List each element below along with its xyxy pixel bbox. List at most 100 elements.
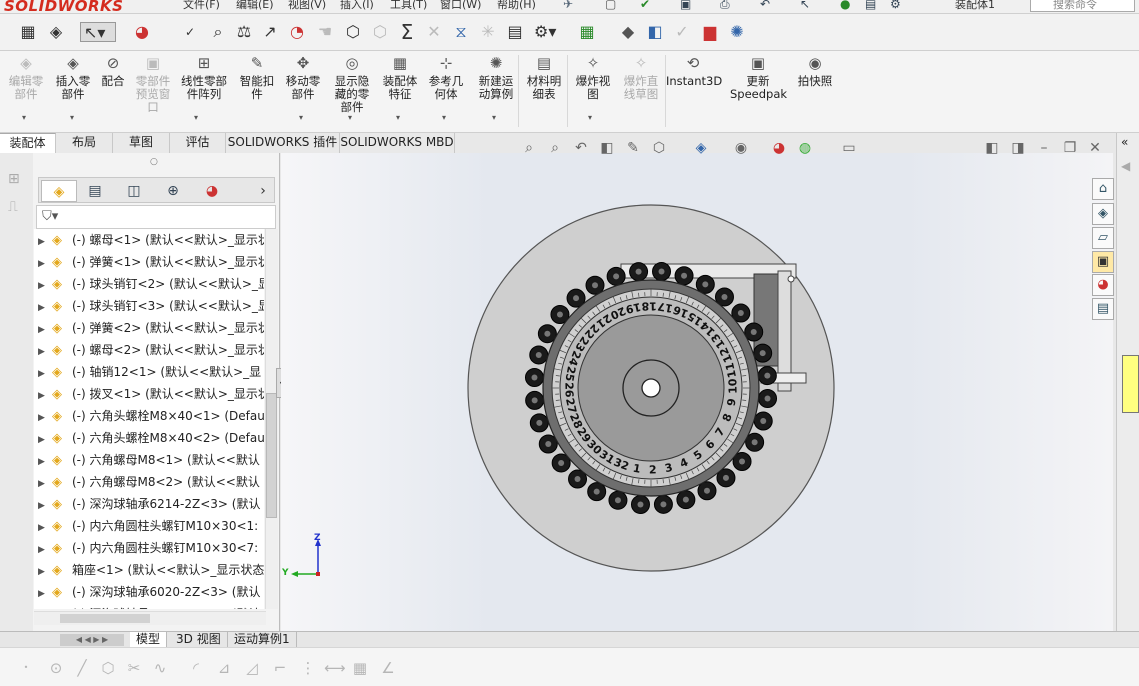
dynamic-annotation-icon[interactable]: ✎	[624, 139, 642, 157]
tree-item[interactable]: ▶ ◈ (-) 六角头螺栓M8×40<1> (Defau	[34, 405, 264, 427]
menu-insert[interactable]: 插入(I)	[340, 0, 374, 12]
graphics-area[interactable]: 1 2 3 4 5 6 7 8 9 10 11 12 13 14 15 16 17 18 19 20 21 22 23 24 2…	[281, 153, 1113, 631]
balance-icon[interactable]: ⚖	[234, 22, 254, 42]
ribbon-button-mate[interactable]: ⊘ 配合	[98, 53, 128, 88]
chevron-down-icon[interactable]: ▾	[588, 113, 592, 122]
restore-icon[interactable]: ❐	[1061, 139, 1079, 157]
expand-arrow-icon[interactable]: ▶	[34, 231, 52, 253]
expand-arrow-icon[interactable]: ▶	[34, 253, 52, 275]
home-icon[interactable]: ⌂	[1092, 178, 1114, 200]
table-icon[interactable]: ▦	[577, 22, 597, 42]
window-tile-left-icon[interactable]: ◧	[983, 139, 1001, 157]
tab-scroll-arrows[interactable]: ◀ ◀ ▶ ▶	[60, 634, 124, 646]
chevron-down-icon[interactable]: ▾	[492, 113, 496, 122]
expand-arrow-icon[interactable]: ▶	[34, 583, 52, 605]
magnify-icon[interactable]: ⌕	[208, 22, 228, 42]
custom-properties-icon[interactable]: ▤	[1092, 298, 1114, 320]
settings-dropdown-icon[interactable]: ⚙▾	[534, 22, 556, 42]
mirror-icon[interactable]: ⧖	[451, 22, 471, 42]
resources-icon[interactable]: ◈	[1092, 203, 1114, 225]
hide-show-icon[interactable]: ◉	[732, 139, 750, 157]
expand-arrow-icon[interactable]: ▶	[34, 473, 52, 495]
expand-arrow-icon[interactable]: ▶	[34, 517, 52, 539]
ribbon-button-reference-geometry[interactable]: ⊹ 参考几 何体	[424, 53, 468, 101]
view-settings-icon[interactable]: ▭	[840, 139, 858, 157]
tree-item[interactable]: ▶ ◈ (-) 轴销12<1> (默认<<默认>_显	[34, 361, 264, 383]
design-library-icon[interactable]: ◆	[618, 22, 638, 42]
ribbon-button-snapshot[interactable]: ◉ 拍快照	[793, 53, 837, 88]
tree-item[interactable]: ▶ ◈ (-) 深沟球轴承6020-2Z<3> (默认	[34, 581, 264, 603]
tab-model[interactable]: 模型	[130, 632, 168, 648]
view-palette-icon[interactable]: ▣	[1092, 251, 1114, 273]
back-icon[interactable]: ◀	[1121, 159, 1130, 173]
chevron-down-icon[interactable]: ▾	[70, 113, 74, 122]
tab-evaluate[interactable]: 评估	[170, 133, 226, 153]
sum-icon[interactable]: Σ	[397, 22, 417, 42]
expand-arrow-icon[interactable]: ▶	[34, 319, 52, 341]
tree-item[interactable]: ▶ ◈ (-) 弹簧<1> (默认<<默认>_显示状	[34, 251, 264, 273]
menu-view[interactable]: 视图(V)	[288, 0, 326, 12]
ribbon-button-bom[interactable]: ▤ 材料明 细表	[522, 53, 566, 101]
select-tool-dropdown[interactable]: ↖▾	[80, 22, 116, 42]
tab-3d-view[interactable]: 3D 视图	[170, 632, 228, 648]
open-icon[interactable]: ✔	[640, 0, 650, 11]
expand-arrow-icon[interactable]: ▶	[34, 605, 52, 609]
collapse-pane-icon[interactable]: «	[1121, 135, 1128, 149]
menu-file[interactable]: 文件(F)	[183, 0, 220, 12]
tree-item[interactable]: ▶ ◈ (-) 内六角圆柱头螺钉M10×30<7:	[34, 537, 264, 559]
sketch-line-icon[interactable]: ⎍	[8, 199, 18, 215]
appearances-icon[interactable]: ◕	[1092, 274, 1114, 296]
sketch-grid-icon[interactable]: ⊞	[8, 171, 20, 187]
chevron-down-icon[interactable]: ▾	[299, 113, 303, 122]
tree-filter[interactable]: ⛉▾	[36, 205, 276, 229]
tree-item[interactable]: ▶ ◈ (-) 螺母<1> (默认<<默认>_显示状	[34, 229, 264, 251]
expand-arrow-icon[interactable]: ▶	[34, 275, 52, 297]
undo-icon[interactable]: ↶	[760, 0, 770, 11]
ribbon-button-motion-study[interactable]: ✺ 新建运 动算例	[474, 53, 518, 101]
tab-solidworks-mbd[interactable]: SOLIDWORKS MBD	[340, 133, 455, 153]
ribbon-button-smart-fasteners[interactable]: ✎ 智能扣 件	[235, 53, 279, 101]
chevron-down-icon[interactable]: ▾	[442, 113, 446, 122]
save-icon[interactable]: ▣	[680, 0, 691, 11]
minimize-icon[interactable]: –	[1035, 139, 1053, 157]
ribbon-button-move-component[interactable]: ✥ 移动零 部件	[281, 53, 325, 101]
expand-arrow-icon[interactable]: ▶	[34, 451, 52, 473]
pdf-icon[interactable]: ▆	[700, 22, 720, 42]
close-icon[interactable]: ✕	[1086, 139, 1104, 157]
dimxpert-tab-icon[interactable]: ⊕	[155, 180, 191, 202]
options-gear-icon[interactable]: ⚙	[890, 0, 901, 11]
tree-item[interactable]: ▶ ◈ (-) 球头销钉<2> (默认<<默认>_显	[34, 273, 264, 295]
expand-arrow-icon[interactable]: ▶	[34, 407, 52, 429]
new-document-icon[interactable]: ▢	[605, 0, 616, 11]
globe-icon[interactable]: ✺	[727, 22, 747, 42]
spell-check-icon[interactable]: ✓	[180, 22, 200, 42]
gauge-icon[interactable]: ◔	[287, 22, 307, 42]
file-properties-icon[interactable]: ▤	[865, 0, 876, 11]
apply-scene-icon[interactable]: ◍	[796, 139, 814, 157]
tab-sketch[interactable]: 草图	[113, 133, 170, 153]
tree-item[interactable]: ▶ ◈ (-) 弹簧<2> (默认<<默认>_显示状	[34, 317, 264, 339]
component-icon[interactable]: ▦	[18, 22, 38, 42]
tree-item[interactable]: ▶◈(-) 深沟球轴承6020-2Z<4> (默认	[34, 603, 264, 609]
zoom-area-icon[interactable]: ⌕	[546, 139, 564, 157]
menu-help[interactable]: 帮助(H)	[497, 0, 536, 12]
chevron-down-icon[interactable]: ▾	[396, 113, 400, 122]
tab-layout[interactable]: 布局	[56, 133, 113, 153]
expand-arrow-icon[interactable]: ▶	[34, 539, 52, 561]
tree-scroll-thumb[interactable]	[266, 393, 277, 518]
select-arrow-icon[interactable]: ↖	[800, 0, 810, 11]
print-icon[interactable]: ⎙	[720, 0, 730, 12]
tree-item[interactable]: ▶ ◈ (-) 螺母<2> (默认<<默认>_显示状	[34, 339, 264, 361]
tab-motion-study-1[interactable]: 运动算例1	[228, 632, 297, 648]
expand-arrow-icon[interactable]: ▶	[34, 495, 52, 517]
ribbon-button-show-hidden[interactable]: ◎ 显示隐 藏的零 部件	[330, 53, 374, 114]
file-explorer-icon[interactable]: ▱	[1092, 227, 1114, 249]
tree-item[interactable]: ▶ ◈ (-) 六角螺母M8<1> (默认<<默认	[34, 449, 264, 471]
edit-appearance-icon[interactable]: ◕	[770, 139, 788, 157]
chevron-down-icon[interactable]: ▾	[22, 113, 26, 122]
display-manager-tab-icon[interactable]: ◕	[194, 180, 230, 202]
filter-icon[interactable]: ⛉▾	[42, 209, 58, 224]
chevron-right-icon[interactable]: ›	[253, 180, 273, 202]
edit-sketch-icon[interactable]: ↗	[260, 22, 280, 42]
expand-arrow-icon[interactable]: ▶	[34, 429, 52, 451]
